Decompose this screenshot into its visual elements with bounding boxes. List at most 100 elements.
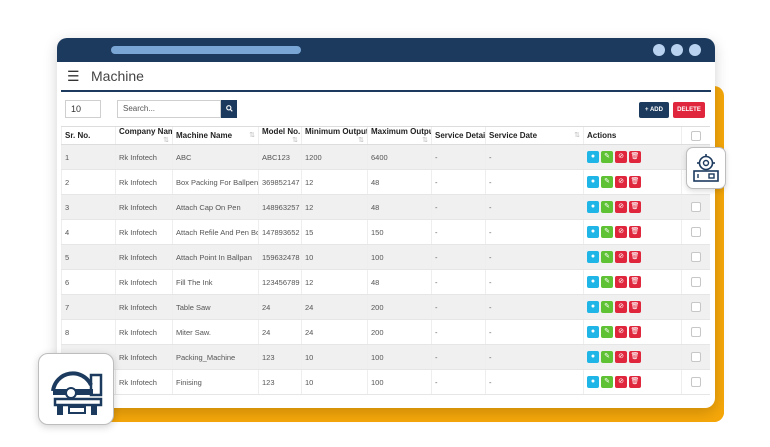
cell-details: - — [431, 244, 486, 270]
table-row[interactable]: 5 Rk Infotech Attach Point In Ballpan 15963… — [61, 244, 710, 270]
table-row[interactable]: 3 Rk Infotech Attach Cap On Pen 148963257 12… — [61, 194, 710, 220]
table-row[interactable]: 4 Rk Infotech Attach Refile And Pen Box 147… — [61, 219, 710, 245]
cell-model: 123456789 — [258, 269, 302, 295]
block-icon[interactable]: ⊘ — [615, 376, 627, 388]
edit-icon[interactable]: ✎ — [601, 151, 613, 163]
edit-icon[interactable]: ✎ — [601, 301, 613, 313]
cell-machine: Miter Saw. — [172, 319, 259, 345]
view-icon[interactable]: ● — [587, 151, 599, 163]
block-icon[interactable]: ⊘ — [615, 151, 627, 163]
cell-actions: ● ✎ ⊘ 🗑 — [583, 194, 682, 220]
block-icon[interactable]: ⊘ — [615, 301, 627, 313]
table-row[interactable]: 2 Rk Infotech Box Packing For Ballpen 36985… — [61, 169, 710, 195]
row-checkbox[interactable] — [690, 302, 701, 312]
view-icon[interactable]: ● — [587, 176, 599, 188]
cell-sr: 5 — [61, 244, 116, 270]
column-header[interactable]: Sr. No. — [61, 126, 116, 145]
cell-max: 100 — [367, 244, 432, 270]
column-header[interactable]: Model No. ⇅ — [258, 126, 302, 145]
column-header[interactable]: Service Date ⇅ — [485, 126, 584, 145]
view-icon[interactable]: ● — [587, 226, 599, 238]
row-checkbox[interactable] — [690, 327, 701, 337]
cell-select — [681, 269, 710, 295]
machine-gear-icon — [693, 154, 719, 182]
view-icon[interactable]: ● — [587, 326, 599, 338]
view-icon[interactable]: ● — [587, 301, 599, 313]
address-bar — [111, 46, 301, 54]
cell-model: 369852147 — [258, 169, 302, 195]
delete-button[interactable]: DELETE — [673, 102, 705, 118]
row-checkbox[interactable] — [690, 277, 701, 287]
view-icon[interactable]: ● — [587, 351, 599, 363]
edit-icon[interactable]: ✎ — [601, 326, 613, 338]
block-icon[interactable]: ⊘ — [615, 251, 627, 263]
cell-max: 48 — [367, 194, 432, 220]
add-button[interactable]: + ADD — [639, 102, 669, 118]
block-icon[interactable]: ⊘ — [615, 276, 627, 288]
table-row[interactable]: 8 Rk Infotech Miter Saw. 24 24 200- - ● ✎ ⊘ 🗑 — [61, 319, 710, 345]
table-row[interactable]: 6 Rk Infotech Fill The Ink 123456789 12 48- - ●… — [61, 269, 710, 295]
edit-icon[interactable]: ✎ — [601, 351, 613, 363]
block-icon[interactable]: ⊘ — [615, 201, 627, 213]
row-checkbox[interactable] — [690, 352, 701, 362]
view-icon[interactable]: ● — [587, 251, 599, 263]
edit-icon[interactable]: ✎ — [601, 276, 613, 288]
row-checkbox[interactable] — [690, 202, 701, 212]
table-row[interactable]: 9Rk InfotechPacking_Machine12310100--●✎⊘… — [61, 344, 710, 370]
delete-icon[interactable]: 🗑 — [629, 201, 641, 213]
delete-icon[interactable]: 🗑 — [629, 351, 641, 363]
window-dot-icon[interactable] — [689, 44, 701, 56]
cell-company: Rk Infotech — [115, 194, 173, 220]
edit-icon[interactable]: ✎ — [601, 201, 613, 213]
block-icon[interactable]: ⊘ — [615, 226, 627, 238]
search-button[interactable] — [221, 100, 237, 118]
delete-icon[interactable]: 🗑 — [629, 151, 641, 163]
table-row[interactable]: 1 Rk Infotech ABC ABC123 1200 6400- - ● ✎ ⊘ 🗑 — [61, 144, 710, 170]
column-header[interactable]: Actions — [583, 126, 682, 145]
edit-icon[interactable]: ✎ — [601, 376, 613, 388]
window-dot-icon[interactable] — [671, 44, 683, 56]
row-checkbox[interactable] — [690, 227, 701, 237]
column-header[interactable]: Company Name⇅ — [115, 126, 173, 145]
edit-icon[interactable]: ✎ — [601, 176, 613, 188]
machine-badge — [686, 147, 726, 189]
table-row[interactable]: 7 Rk Infotech Table Saw 24 24 200- - ● ✎ ⊘ 🗑 — [61, 294, 710, 320]
delete-icon[interactable]: 🗑 — [629, 276, 641, 288]
table-body: 1 Rk Infotech ABC ABC123 1200 6400- - ● ✎ ⊘ 🗑 2 Rk I… — [61, 144, 710, 395]
block-icon[interactable]: ⊘ — [615, 351, 627, 363]
cell-details: - — [431, 344, 486, 370]
window-dot-icon[interactable] — [653, 44, 665, 56]
select-all-checkbox[interactable] — [690, 130, 701, 141]
select-all-header[interactable] — [681, 126, 710, 145]
page-title: Machine — [91, 68, 144, 84]
block-icon[interactable]: ⊘ — [615, 176, 627, 188]
edit-icon[interactable]: ✎ — [601, 251, 613, 263]
view-icon[interactable]: ● — [587, 376, 599, 388]
cell-actions: ● ✎ ⊘ 🗑 — [583, 344, 682, 370]
column-header[interactable]: Maximum Output ⇅ — [367, 126, 432, 145]
edit-icon[interactable]: ✎ — [601, 226, 613, 238]
menu-icon[interactable]: ☰ — [67, 68, 83, 85]
delete-icon[interactable]: 🗑 — [629, 226, 641, 238]
delete-icon[interactable]: 🗑 — [629, 301, 641, 313]
cell-max: 150 — [367, 219, 432, 245]
block-icon[interactable]: ⊘ — [615, 326, 627, 338]
column-header[interactable]: Service Details — [431, 126, 486, 145]
view-icon[interactable]: ● — [587, 201, 599, 213]
cell-company: Rk Infotech — [115, 369, 173, 395]
cell-machine: Fill The Ink — [172, 269, 259, 295]
cell-company: Rk Infotech — [115, 169, 173, 195]
view-icon[interactable]: ● — [587, 276, 599, 288]
page-size-select[interactable]: 10 — [65, 100, 101, 118]
table-row[interactable]: 10Rk InfotechFinising12310100--●✎⊘🗑 — [61, 369, 710, 395]
delete-icon[interactable]: 🗑 — [629, 251, 641, 263]
row-checkbox[interactable] — [690, 377, 701, 387]
delete-icon[interactable]: 🗑 — [629, 376, 641, 388]
column-header[interactable]: Minimum Output ⇅ — [301, 126, 368, 145]
row-checkbox[interactable] — [690, 252, 701, 262]
column-header[interactable]: Machine Name ⇅ — [172, 126, 259, 145]
delete-icon[interactable]: 🗑 — [629, 326, 641, 338]
search-input[interactable]: Search... — [117, 100, 221, 118]
cell-company: Rk Infotech — [115, 144, 173, 170]
delete-icon[interactable]: 🗑 — [629, 176, 641, 188]
